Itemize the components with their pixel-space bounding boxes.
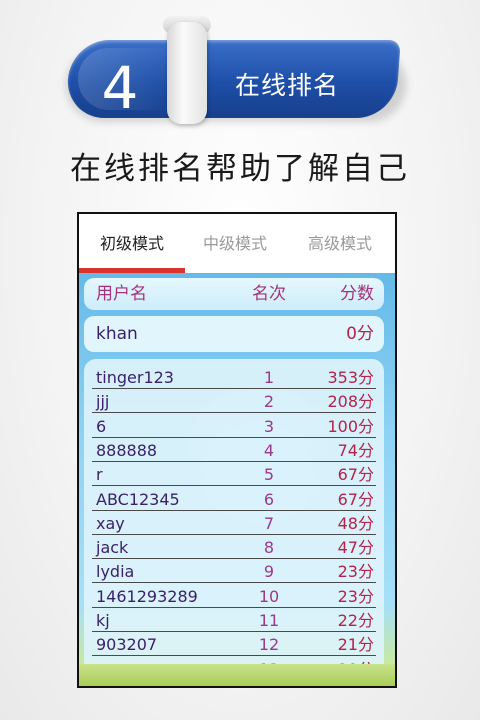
banner-title: 在线排名 bbox=[234, 71, 339, 100]
header-score: 分数 bbox=[340, 284, 374, 304]
my-ranking-row: khan 0分 bbox=[84, 316, 384, 352]
feature-subtitle: 在线排名帮助了解自己 bbox=[70, 151, 410, 187]
table-row: kj 11 22分 bbox=[84, 608, 384, 632]
feature-banner: 4 在线排名 bbox=[0, 0, 480, 140]
phone-screen: 初级模式 中级模式 高级模式 用户名 名次 分数 khan 0分 tinger1… bbox=[77, 212, 397, 688]
table-row: r 5 67分 bbox=[84, 462, 384, 487]
header-user: 用户名 bbox=[96, 284, 147, 304]
table-row: jack 8 47分 bbox=[84, 535, 384, 560]
tab-beginner-mode[interactable]: 初级模式 bbox=[79, 214, 185, 270]
table-row: 6 3 100分 bbox=[84, 414, 384, 438]
my-score: 0分 bbox=[346, 324, 374, 344]
table-row: ABC12345 6 67分 bbox=[84, 487, 384, 511]
table-row: lydia 9 23分 bbox=[84, 559, 384, 584]
table-row: tinger123 1 353分 bbox=[84, 365, 384, 389]
table-row: jjj 2 208分 bbox=[84, 389, 384, 414]
table-row: 1461293289 10 23分 bbox=[84, 584, 384, 608]
ranking-content: 用户名 名次 分数 khan 0分 tinger123 1 353分 jjj 2 208分… bbox=[79, 273, 395, 686]
feature-number: 4 bbox=[101, 54, 139, 122]
tab-advanced-mode[interactable]: 高级模式 bbox=[285, 214, 395, 270]
tab-intermediate-mode[interactable]: 中级模式 bbox=[185, 214, 285, 270]
ribbon-clip bbox=[167, 22, 207, 124]
table-row: xay 7 48分 bbox=[84, 511, 384, 535]
mode-tabs: 初级模式 中级模式 高级模式 bbox=[79, 214, 395, 273]
table-row: 888888 4 74分 bbox=[84, 438, 384, 462]
ranking-list[interactable]: tinger123 1 353分 jjj 2 208分 6 3 100分 888888 4 74分 r 5… bbox=[84, 359, 384, 686]
grass-ground bbox=[79, 664, 395, 686]
ranking-table-header: 用户名 名次 分数 bbox=[84, 278, 384, 310]
my-name: khan bbox=[96, 324, 138, 344]
header-rank: 名次 bbox=[252, 284, 286, 304]
table-row: 903207 12 21分 bbox=[84, 632, 384, 657]
